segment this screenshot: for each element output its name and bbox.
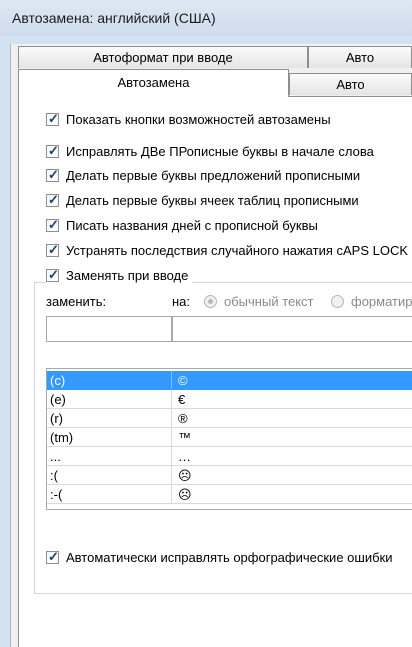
- option-label: Автоматически исправлять орфографические…: [66, 549, 393, 565]
- tab-autoformat-as-you-type[interactable]: Автоформат при вводе: [18, 46, 308, 68]
- with-input[interactable]: [172, 316, 412, 342]
- option-fix-caps-lock[interactable]: ✓ Устранять последствия случайного нажат…: [46, 241, 408, 259]
- option-capitalize-sentences[interactable]: ✓ Делать первые буквы предложений пропис…: [46, 166, 360, 184]
- list-item-from: :-(: [50, 487, 63, 502]
- option-capitalize-table-cells[interactable]: ✓ Делать первые буквы ячеек таблиц пропи…: [46, 191, 359, 209]
- check-icon: ✓: [48, 191, 59, 207]
- tab-autoformat[interactable]: Авто: [289, 73, 412, 95]
- checkbox[interactable]: ✓: [46, 166, 59, 182]
- radio-formatted-text[interactable]: [331, 295, 344, 308]
- option-label: Исправлять ДВе ПРописные буквы в начале …: [66, 143, 374, 159]
- replace-input[interactable]: [46, 316, 172, 342]
- option-correct-two-initial-capitals[interactable]: ✓ Исправлять ДВе ПРописные буквы в начал…: [46, 142, 374, 160]
- list-item-to: …: [178, 449, 191, 464]
- list-item-to: ™: [178, 430, 191, 445]
- list-item[interactable]: :( ☹: [47, 466, 412, 485]
- option-label: Устранять последствия случайного нажатия…: [66, 242, 409, 258]
- with-label: на:: [172, 294, 191, 309]
- list-item[interactable]: (c) ©: [47, 371, 412, 390]
- list-item[interactable]: :-( ☹: [47, 485, 412, 504]
- radio-dot-icon: [208, 299, 213, 304]
- check-icon: ✓: [48, 166, 59, 182]
- list-item-to: €: [178, 392, 186, 407]
- checkbox[interactable]: ✓: [46, 266, 59, 282]
- tab-label: Авто: [345, 50, 375, 65]
- check-icon: ✓: [48, 266, 59, 282]
- list-item[interactable]: (tm) ™: [47, 428, 412, 447]
- tab-label: Авто: [336, 77, 365, 92]
- list-item-to: ☹: [178, 468, 192, 483]
- option-label: Делать первые буквы ячеек таблиц прописн…: [66, 192, 359, 208]
- window-title: Автозамена: английский (США): [12, 10, 216, 26]
- check-icon: ✓: [48, 548, 59, 564]
- tab-label: Автозамена: [117, 75, 190, 90]
- list-item[interactable]: ... …: [47, 447, 412, 466]
- checkbox[interactable]: ✓: [46, 548, 59, 564]
- list-item-from: (e): [50, 392, 66, 407]
- tab-label: Автоформат при вводе: [93, 50, 233, 65]
- checkbox[interactable]: ✓: [46, 241, 59, 257]
- tab-autocorrect[interactable]: Автозамена: [18, 69, 289, 97]
- list-item[interactable]: (r) ®: [47, 409, 412, 428]
- tab-autotext[interactable]: Авто: [308, 46, 412, 68]
- option-label: Заменять при вводе: [66, 267, 189, 283]
- radio-plain-text-label: обычный текст: [224, 294, 314, 309]
- replace-label: заменить:: [46, 294, 107, 309]
- list-item-from: (c): [50, 373, 66, 388]
- checkbox[interactable]: ✓: [46, 142, 59, 158]
- checkbox[interactable]: ✓: [46, 191, 59, 207]
- option-replace-as-you-type[interactable]: ✓ Заменять при вводе: [46, 266, 193, 284]
- check-icon: ✓: [48, 110, 59, 126]
- list-item-from: (tm): [50, 430, 74, 445]
- option-label: Писать названия дней с прописной буквы: [66, 217, 318, 233]
- check-icon: ✓: [48, 142, 59, 158]
- replacement-list[interactable]: (c) © (e) € (r) ® (tm) ™ ... … :( ☹ :-( …: [46, 368, 412, 510]
- option-show-autocorrect-buttons[interactable]: ✓ Показать кнопки возможностей автозамен…: [46, 110, 331, 128]
- checkbox[interactable]: ✓: [46, 110, 59, 126]
- list-item-to: ☹: [178, 487, 192, 502]
- check-icon: ✓: [48, 241, 59, 257]
- list-item-to: ®: [178, 411, 188, 426]
- radio-plain-text[interactable]: [204, 295, 217, 308]
- list-item-from: (r): [50, 411, 63, 426]
- list-item[interactable]: (e) €: [47, 390, 412, 409]
- radio-formatted-text-label: форматир: [351, 294, 412, 309]
- option-capitalize-day-names[interactable]: ✓ Писать названия дней с прописной буквы: [46, 216, 318, 234]
- option-label: Показать кнопки возможностей автозамены: [66, 111, 331, 127]
- option-auto-spelling-correction[interactable]: ✓ Автоматически исправлять орфографическ…: [46, 548, 392, 566]
- check-icon: ✓: [48, 216, 59, 232]
- checkbox[interactable]: ✓: [46, 216, 59, 232]
- option-label: Делать первые буквы предложений прописны…: [66, 167, 361, 183]
- list-item-to: ©: [178, 373, 188, 388]
- list-item-from: ...: [50, 449, 61, 464]
- list-item-from: :(: [50, 468, 58, 483]
- title-bar: Автозамена: английский (США): [0, 0, 412, 37]
